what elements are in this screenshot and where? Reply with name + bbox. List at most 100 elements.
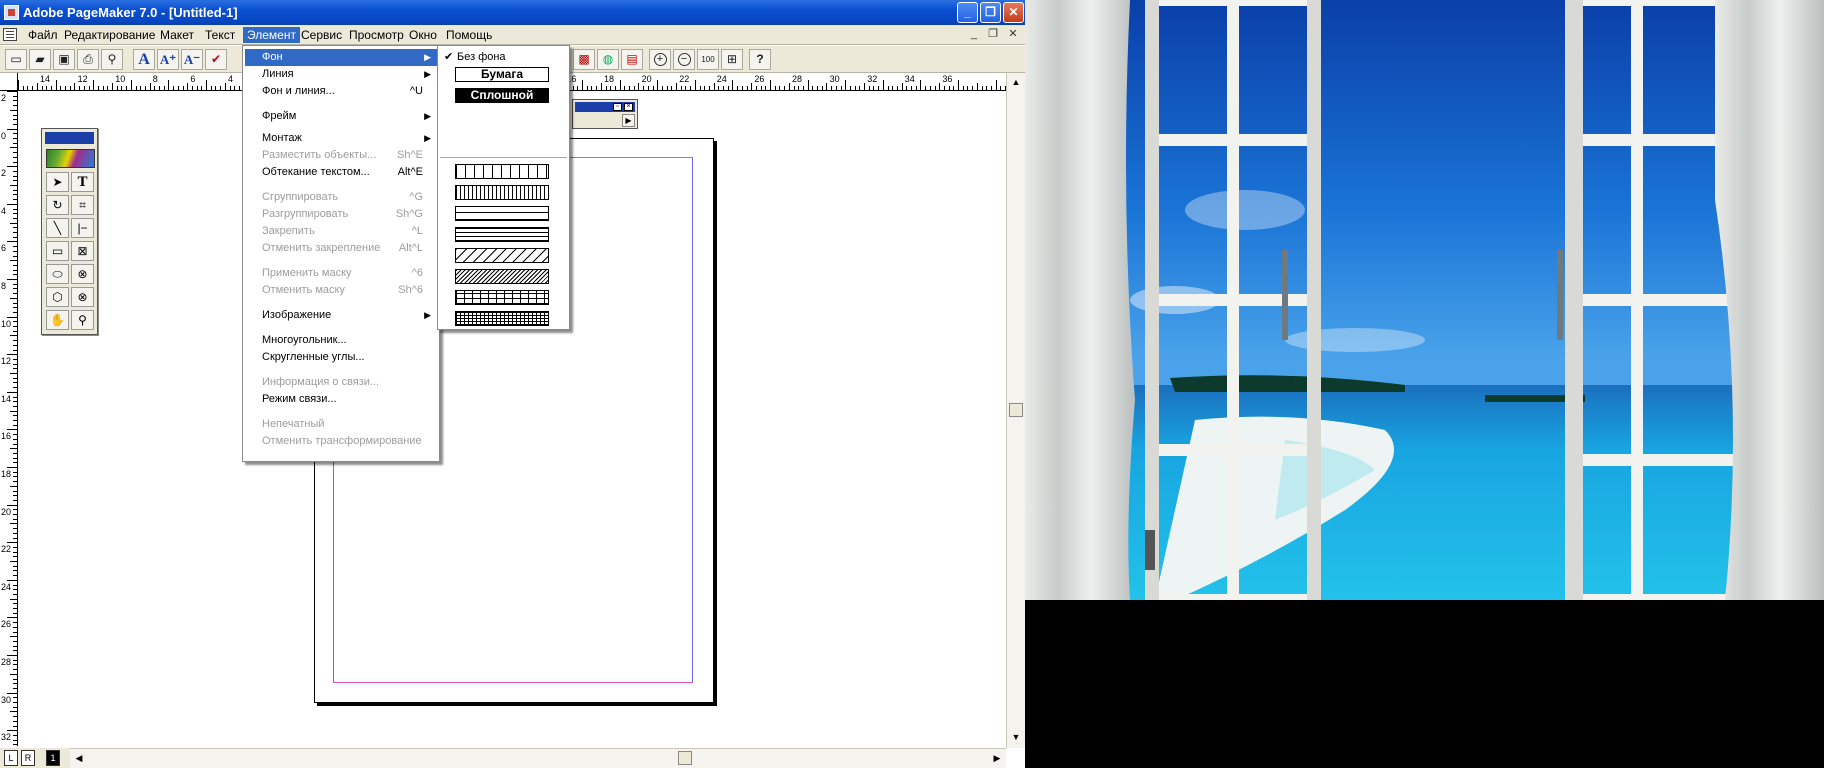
palette-arrow-icon[interactable]: ▶ [622, 114, 635, 127]
zoom-100-icon[interactable]: 100 [697, 49, 719, 70]
pattern-vertical-dense-option[interactable] [455, 185, 549, 200]
no-background-option[interactable]: ✔ Без фона [440, 49, 567, 66]
zoom-out-icon[interactable]: − [673, 49, 695, 70]
print-icon[interactable]: ⎙ [77, 49, 99, 70]
ruler-tick [46, 86, 48, 90]
pointer-tool-icon[interactable]: ➤ [46, 172, 69, 192]
document-restore-button[interactable]: ❐ [985, 28, 1001, 42]
ruler-tick [619, 80, 621, 90]
pdf-icon[interactable]: ▤ [621, 49, 643, 70]
title-bar[interactable]: Adobe PageMaker 7.0 - [Untitled-1] _ ❐ ✕ [0, 0, 1025, 25]
fit-page-icon[interactable]: ⊞ [721, 49, 743, 70]
line-tool-icon[interactable]: ╲ [46, 218, 69, 238]
minimize-button[interactable]: _ [957, 2, 978, 23]
help-icon[interactable]: ? [749, 49, 771, 70]
zoom-in-icon[interactable]: + [649, 49, 671, 70]
text-tool-icon[interactable]: T [71, 172, 94, 192]
crop-tool-icon[interactable]: ⌗ [71, 195, 94, 215]
element-menu-item[interactable]: Фрейм ▶ [245, 108, 437, 125]
open-icon[interactable]: ▰ [29, 49, 51, 70]
ruler-tick [732, 80, 734, 90]
menu-file[interactable]: Файл [24, 27, 62, 43]
pattern-vertical-wide-option[interactable] [455, 164, 549, 179]
menu-layout[interactable]: Макет [156, 27, 198, 43]
vertical-ruler[interactable]: 2 0 2 4 6 8 10 12 14 16 18 20 22 24 26 28 30 32 [0, 91, 18, 746]
text-a-icon[interactable]: A [133, 49, 155, 70]
ruler-tick [685, 86, 687, 90]
document-menu-icon[interactable] [3, 28, 17, 41]
ruler-tick [633, 86, 635, 90]
globe-icon[interactable]: ◍ [597, 49, 619, 70]
close-button[interactable]: ✕ [1003, 2, 1024, 23]
ruler-tick [713, 83, 715, 90]
document-close-button[interactable]: ✕ [1005, 28, 1021, 42]
menu-edit[interactable]: Редактирование [60, 27, 159, 43]
right-master-page-tab[interactable]: R [21, 750, 35, 766]
rectangle-frame-tool-icon[interactable]: ⊠ [71, 241, 94, 261]
menu-element[interactable]: Элемент [243, 27, 300, 43]
left-master-page-tab[interactable]: L [4, 750, 18, 766]
text-a-plus-icon[interactable]: A⁺ [157, 49, 179, 70]
element-menu-item[interactable]: Скругленные углы... [245, 349, 437, 366]
pattern-grid-option[interactable] [455, 290, 549, 305]
ruler-label: 30 [829, 74, 840, 84]
ruler-origin[interactable] [0, 73, 18, 91]
polygon-frame-tool-icon[interactable]: ⊗ [71, 287, 94, 307]
find-icon[interactable]: ⚲ [101, 49, 123, 70]
rectangle-tool-icon[interactable]: ▭ [46, 241, 69, 261]
ruler-tick [605, 86, 607, 90]
scroll-up-icon[interactable]: ▲ [1009, 75, 1023, 89]
scroll-left-icon[interactable]: ◀ [72, 751, 86, 765]
constrained-line-tool-icon[interactable]: |− [71, 218, 94, 238]
element-menu-item[interactable]: Фон ▶ [245, 49, 437, 66]
spell-check-icon[interactable]: ✔ [205, 49, 227, 70]
ruler-tick [74, 83, 76, 90]
polygon-tool-icon[interactable]: ⬡ [46, 287, 69, 307]
menu-window[interactable]: Окно [405, 27, 441, 43]
restore-button[interactable]: ❐ [980, 2, 1001, 23]
ellipse-tool-icon[interactable]: ⬭ [46, 264, 69, 284]
new-document-icon[interactable]: ▭ [5, 49, 27, 70]
save-icon[interactable]: ▣ [53, 49, 75, 70]
element-menu-item[interactable]: Многоугольник... [245, 332, 437, 349]
horizontal-scroll-thumb[interactable] [678, 751, 692, 765]
element-menu-item[interactable]: Линия ▶ [245, 66, 437, 83]
text-a-minus-icon[interactable]: A⁻ [181, 49, 203, 70]
menu-utilities[interactable]: Сервис [297, 27, 346, 43]
menu-type[interactable]: Текст [201, 27, 239, 43]
element-menu-item[interactable]: Изображение ▶ [245, 307, 437, 324]
solid-background-option[interactable]: Сплошной [455, 88, 549, 103]
ruler-tick [765, 86, 767, 90]
pattern-grid-dense-option[interactable] [455, 311, 549, 326]
ruler-tick [13, 95, 17, 97]
page-1-tab[interactable]: 1 [46, 750, 60, 766]
paper-background-option[interactable]: Бумага [455, 67, 549, 82]
pattern-horizontal-wide-option[interactable] [455, 206, 549, 221]
zoom-tool-icon[interactable]: ⚲ [71, 310, 94, 330]
pagemaker-app-icon[interactable] [4, 5, 19, 20]
ruler-tick [7, 166, 17, 168]
toolbox-title-bar[interactable] [45, 132, 94, 144]
menu-view[interactable]: Просмотр [345, 27, 408, 43]
element-menu-item[interactable]: Монтаж ▶ [245, 130, 437, 147]
palette-close-icon[interactable]: × [624, 103, 633, 111]
pattern-diagonal-dense-option[interactable] [455, 269, 549, 284]
scroll-down-icon[interactable]: ▼ [1009, 730, 1023, 744]
rotate-tool-icon[interactable]: ↻ [46, 195, 69, 215]
document-minimize-button[interactable]: _ [966, 28, 982, 42]
vertical-scrollbar[interactable]: ▲ ▼ [1006, 73, 1025, 748]
vertical-scroll-thumb[interactable] [1009, 403, 1023, 417]
menu-help[interactable]: Помощь [442, 27, 496, 43]
ellipse-frame-tool-icon[interactable]: ⊗ [71, 264, 94, 284]
palette-restore-icon[interactable]: ▫ [613, 103, 622, 111]
hand-tool-icon[interactable]: ✋ [46, 310, 69, 330]
horizontal-scrollbar[interactable]: ◀ ▶ [70, 748, 1006, 768]
ruler-tick [210, 86, 212, 90]
image-icon[interactable]: ▩ [573, 49, 595, 70]
element-menu-item[interactable]: Обтекание текстом... Alt^E [245, 164, 437, 181]
element-menu-item[interactable]: Режим связи... [245, 391, 437, 408]
scroll-right-icon[interactable]: ▶ [990, 751, 1004, 765]
pattern-diagonal-wide-option[interactable] [455, 248, 549, 263]
element-menu-item[interactable]: Фон и линия... ^U [245, 83, 437, 100]
pattern-horizontal-dense-option[interactable] [455, 227, 549, 242]
